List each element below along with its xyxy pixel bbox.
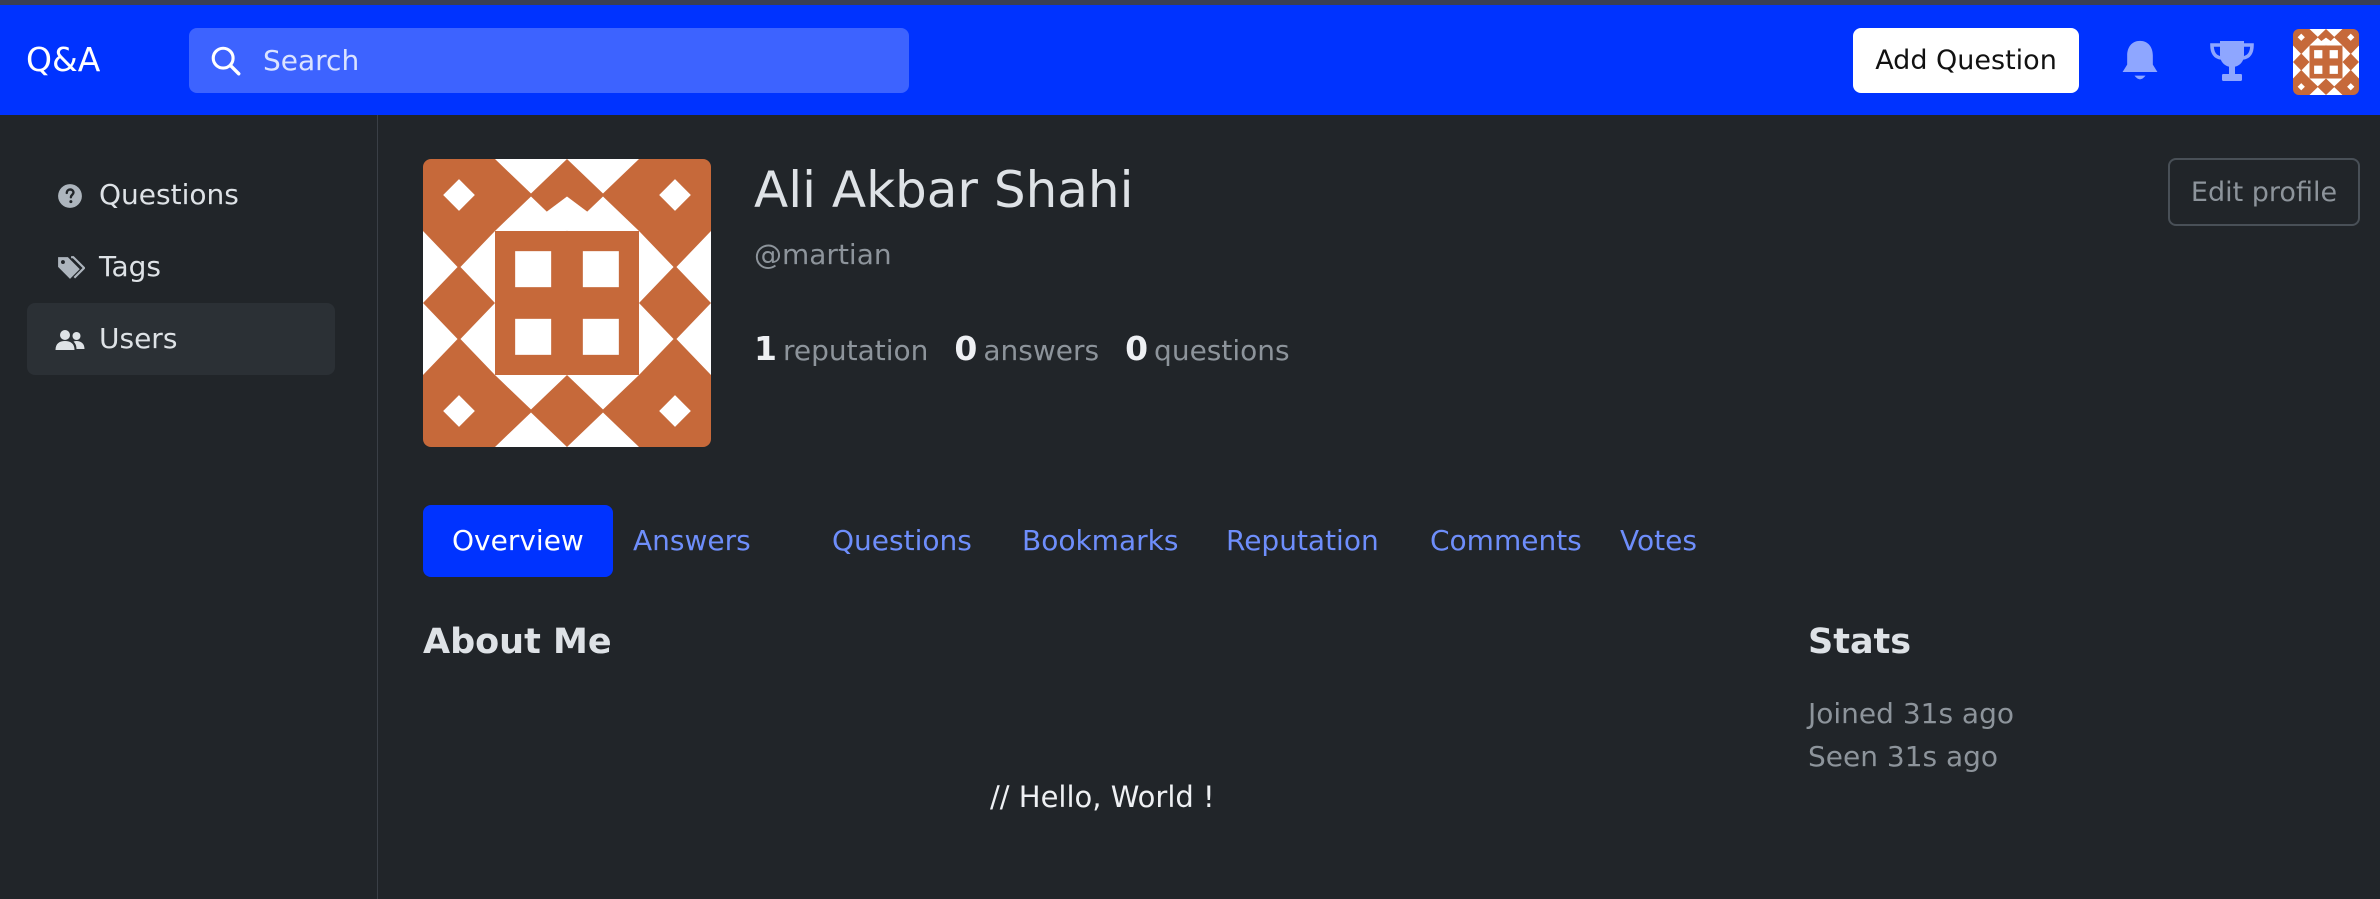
- about-me-text: // Hello, World !: [990, 780, 1215, 814]
- tab-votes[interactable]: Votes: [1591, 505, 1726, 577]
- tab-overview[interactable]: Overview: [423, 505, 613, 577]
- notifications-bell-icon[interactable]: [2118, 36, 2162, 86]
- profile-stats: 1 reputation 0 answers 0 questions: [754, 324, 1316, 376]
- search-icon: [211, 46, 241, 76]
- sidebar-item-label: Users: [99, 322, 178, 355]
- profile-avatar: [423, 159, 711, 447]
- tab-answers[interactable]: Answers: [604, 505, 780, 577]
- add-question-button[interactable]: Add Question: [1853, 28, 2079, 93]
- sidebar-item-users[interactable]: Users: [27, 303, 335, 375]
- stats-heading: Stats: [1808, 622, 1912, 662]
- top-navbar: Q&A Add Question: [0, 5, 2380, 115]
- achievements-trophy-icon[interactable]: [2208, 37, 2256, 85]
- sidebar-item-label: Questions: [99, 178, 239, 211]
- answers-label: answers: [983, 334, 1100, 367]
- profile-handle: @martian: [754, 238, 892, 271]
- reputation-count: 1: [754, 329, 777, 368]
- about-me-heading: About Me: [423, 622, 612, 662]
- tab-questions[interactable]: Questions: [803, 505, 1001, 577]
- question-circle-icon: [58, 184, 82, 208]
- tab-bookmarks[interactable]: Bookmarks: [993, 505, 1207, 577]
- questions-label: questions: [1154, 334, 1290, 367]
- search-input[interactable]: [263, 28, 883, 93]
- users-icon: [55, 330, 85, 350]
- brand-logo[interactable]: Q&A: [26, 37, 100, 83]
- questions-count: 0: [1125, 329, 1149, 368]
- user-avatar[interactable]: [2293, 29, 2359, 95]
- profile-name: Ali Akbar Shahi: [754, 161, 1134, 219]
- sidebar-item-label: Tags: [99, 250, 161, 283]
- tags-icon: [58, 256, 85, 279]
- search-box[interactable]: [189, 28, 909, 93]
- tab-comments[interactable]: Comments: [1401, 505, 1611, 577]
- answers-count: 0: [954, 329, 978, 368]
- sidebar-item-questions[interactable]: Questions: [27, 159, 335, 231]
- sidebar-item-tags[interactable]: Tags: [27, 231, 335, 303]
- reputation-label: reputation: [782, 334, 929, 367]
- sidebar: Questions Tags Users: [0, 115, 378, 899]
- joined-time: Joined 31s ago: [1808, 697, 2014, 730]
- edit-profile-button[interactable]: Edit profile: [2168, 158, 2360, 226]
- seen-time: Seen 31s ago: [1808, 740, 1999, 773]
- tab-reputation[interactable]: Reputation: [1197, 505, 1408, 577]
